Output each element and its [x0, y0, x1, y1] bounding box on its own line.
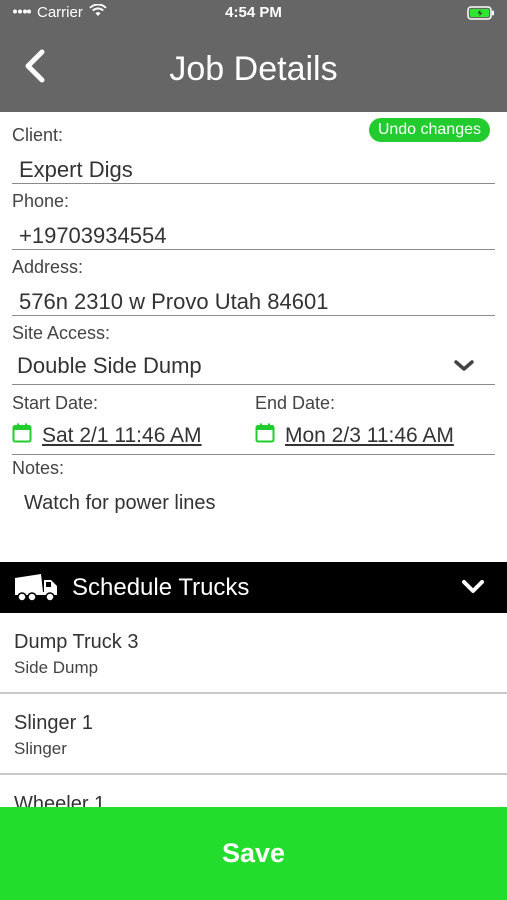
truck-name: Dump Truck 3 — [14, 631, 139, 653]
divider — [12, 315, 495, 316]
truck-list-item[interactable]: Dump Truck 3 Side Dump — [0, 613, 507, 694]
divider — [12, 454, 495, 455]
address-field[interactable]: 576n 2310 w Provo Utah 84601 — [19, 289, 328, 315]
battery-icon — [467, 6, 495, 24]
calendar-icon — [255, 423, 275, 449]
notes-field[interactable]: Watch for power lines — [24, 492, 216, 515]
truck-icon — [13, 572, 59, 607]
end-date-picker[interactable]: Mon 2/3 11:46 AM — [255, 423, 454, 449]
truck-type: Slinger — [14, 739, 67, 758]
address-label: Address: — [12, 257, 84, 277]
calendar-icon — [12, 423, 32, 449]
phone-field[interactable]: +19703934554 — [19, 223, 166, 249]
client-field[interactable]: Expert Digs — [19, 157, 133, 183]
phone-label: Phone: — [12, 191, 70, 211]
undo-changes-button[interactable]: Undo changes — [368, 118, 490, 142]
schedule-trucks-header[interactable]: Schedule Trucks — [0, 562, 507, 613]
clock: 4:54 PM — [225, 4, 282, 21]
end-date-label: End Date: — [255, 393, 336, 413]
start-date-label: Start Date: — [12, 393, 99, 413]
top-bar: Carrier 4:54 PM Job Details — [0, 0, 507, 112]
truck-list-item[interactable]: Slinger 1 Slinger — [0, 694, 507, 775]
notes-label: Notes: — [12, 458, 65, 478]
save-button[interactable]: Save — [0, 807, 507, 900]
divider — [12, 183, 495, 184]
site-access-select[interactable]: Double Side Dump — [12, 348, 495, 384]
start-date-picker[interactable]: Sat 2/1 11:46 AM — [12, 423, 202, 449]
chevron-down-icon — [453, 359, 475, 378]
site-access-label: Site Access: — [12, 323, 111, 343]
truck-type: Side Dump — [14, 658, 99, 677]
end-date-value: Mon 2/3 11:46 AM — [285, 424, 454, 447]
divider — [12, 384, 495, 385]
start-date-value: Sat 2/1 11:46 AM — [42, 424, 202, 447]
schedule-trucks-title: Schedule Trucks — [72, 574, 250, 601]
status-bar: Carrier 4:54 PM — [0, 0, 507, 26]
divider — [12, 249, 495, 250]
site-access-value: Double Side Dump — [17, 353, 202, 378]
client-label: Client: — [12, 125, 64, 145]
chevron-down-icon — [461, 579, 485, 600]
truck-name: Slinger 1 — [14, 712, 93, 734]
page-title: Job Details — [169, 50, 338, 88]
